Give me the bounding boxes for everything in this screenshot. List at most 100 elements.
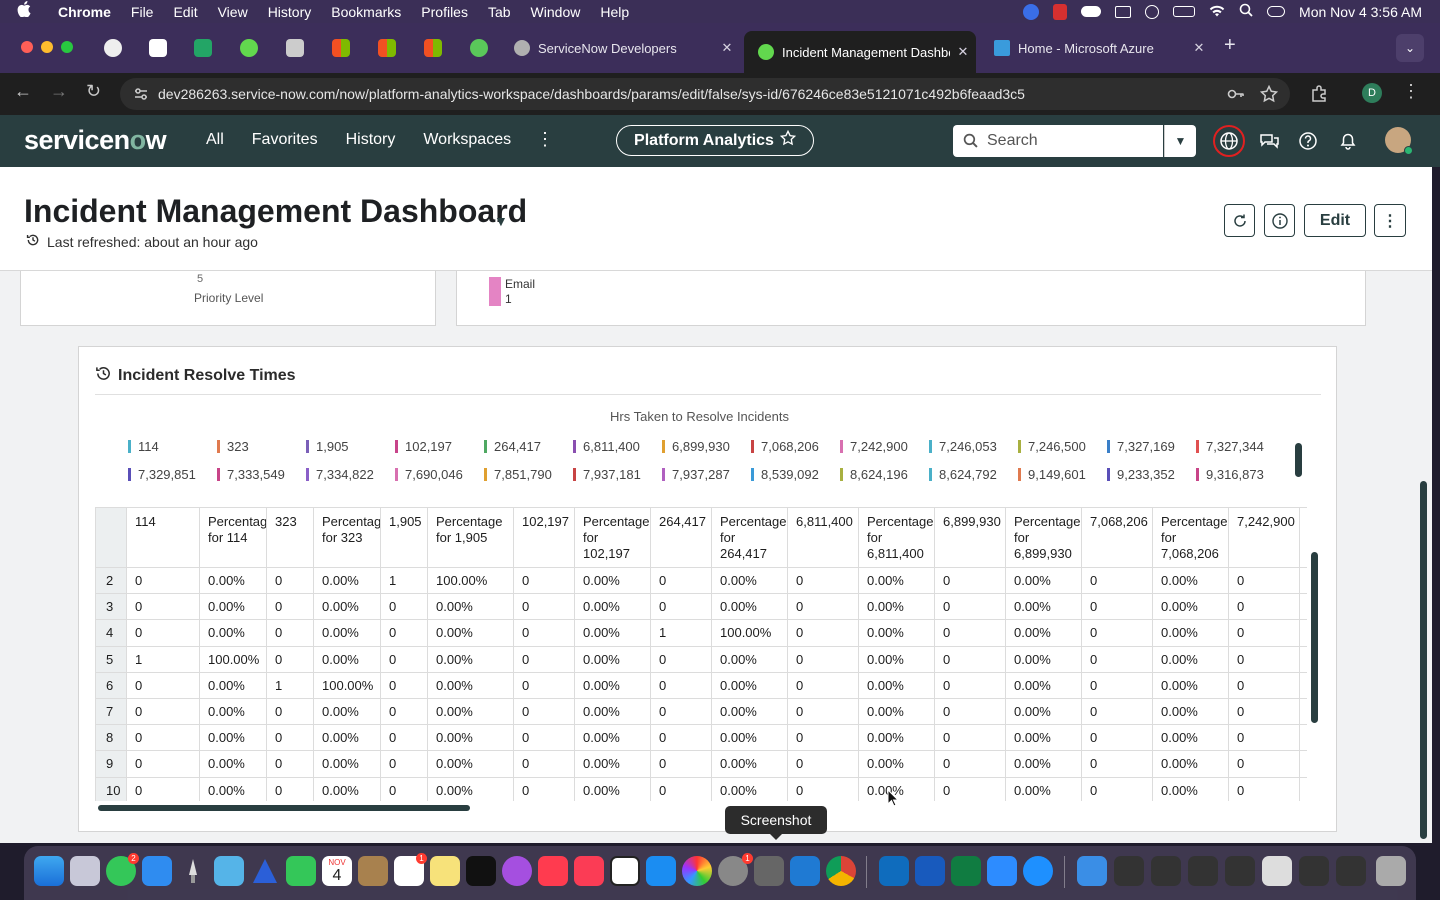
finder-icon[interactable] xyxy=(34,856,64,886)
apple-menu-icon[interactable] xyxy=(0,1,48,22)
music-icon[interactable] xyxy=(574,856,604,886)
password-key-icon[interactable] xyxy=(1227,85,1245,103)
control-center-icon[interactable] xyxy=(1267,6,1286,17)
cloud-icon[interactable] xyxy=(1081,6,1102,17)
legend-item[interactable]: 7,327,169 xyxy=(1107,439,1175,454)
legend-item[interactable]: 6,811,400 xyxy=(573,439,640,454)
servicenow-logo[interactable]: servicenow xyxy=(24,125,167,156)
app-store-icon[interactable] xyxy=(646,856,676,886)
notion-icon[interactable] xyxy=(610,856,640,886)
podcasts-icon[interactable] xyxy=(502,856,532,886)
launchpad-icon[interactable] xyxy=(70,856,100,886)
table-vertical-scroll-thumb[interactable] xyxy=(1311,552,1318,723)
pinned-tab-sheets-icon[interactable] xyxy=(194,39,212,57)
pinned-tab-chatgpt-icon[interactable] xyxy=(104,39,122,57)
legend-item[interactable]: 8,624,792 xyxy=(929,467,997,482)
legend-item[interactable]: 1,905 xyxy=(306,439,349,454)
legend-item[interactable]: 7,327,344 xyxy=(1196,439,1264,454)
back-arrow-icon[interactable]: ← xyxy=(14,81,32,102)
menu-tab[interactable]: Tab xyxy=(478,4,521,20)
menu-view[interactable]: View xyxy=(208,4,258,20)
legend-item[interactable]: 264,417 xyxy=(484,439,541,454)
table-horizontal-scrollbar[interactable] xyxy=(95,805,1307,811)
legend-item[interactable]: 114 xyxy=(128,439,159,454)
safari-icon[interactable] xyxy=(1023,856,1053,886)
column-header[interactable]: Percentage for 7,242,900 xyxy=(1299,507,1307,568)
apple-tv-icon[interactable] xyxy=(466,856,496,886)
bookmark-star-icon[interactable] xyxy=(1259,84,1279,103)
vscode-icon[interactable] xyxy=(790,856,820,886)
photos-icon[interactable] xyxy=(682,856,712,886)
user-avatar[interactable] xyxy=(1385,127,1413,155)
play-icon[interactable] xyxy=(1145,4,1160,19)
column-header[interactable]: 6,899,930 xyxy=(934,507,1006,568)
tab-incident-dashboard[interactable]: Incident Management Dashbo ✕ xyxy=(744,31,976,73)
nav-favorites[interactable]: Favorites xyxy=(252,131,318,149)
column-header[interactable]: 6,811,400 xyxy=(787,507,859,568)
tab-search-chevron-icon[interactable]: ⌄ xyxy=(1396,34,1424,62)
legend-item[interactable]: 6,899,930 xyxy=(662,439,730,454)
chrome-icon[interactable] xyxy=(826,856,856,886)
legend-item[interactable]: 7,246,500 xyxy=(1018,439,1086,454)
notifications-bell-icon[interactable] xyxy=(1337,130,1359,152)
language-globe-icon[interactable] xyxy=(1213,125,1245,157)
legend-item[interactable]: 7,690,046 xyxy=(395,467,463,482)
refresh-button[interactable] xyxy=(1224,204,1255,237)
page-vertical-scrollbar[interactable] xyxy=(1416,281,1428,841)
column-header[interactable]: 7,068,206 xyxy=(1081,507,1153,568)
window-zoom-button[interactable] xyxy=(61,41,73,53)
chrome-menu-icon[interactable]: ⋮ xyxy=(1402,81,1420,101)
recent-window-icon-6[interactable] xyxy=(1299,856,1329,886)
pinned-tab-servicenow-icon[interactable] xyxy=(240,39,258,57)
pinned-tab-microsoft-icon[interactable] xyxy=(332,39,350,57)
legend-item[interactable]: 9,233,352 xyxy=(1107,467,1175,482)
maps-icon[interactable] xyxy=(214,856,244,886)
chat-bubbles-icon[interactable] xyxy=(1258,130,1280,152)
menubar-clock[interactable]: Mon Nov 4 3:56 AM xyxy=(1299,4,1422,20)
column-header[interactable]: 7,242,900 xyxy=(1228,507,1300,568)
info-button[interactable] xyxy=(1264,204,1295,237)
recent-window-icon-3[interactable] xyxy=(1188,856,1218,886)
extensions-puzzle-icon[interactable] xyxy=(1310,85,1328,103)
menu-edit[interactable]: Edit xyxy=(163,4,207,20)
menu-window[interactable]: Window xyxy=(521,4,591,20)
column-header[interactable]: Percentage for 6,811,400 xyxy=(858,507,935,568)
mail-icon[interactable] xyxy=(142,856,172,886)
wifi-icon[interactable] xyxy=(1209,4,1225,20)
affinity-icon[interactable] xyxy=(250,856,280,886)
horizontal-scroll-thumb[interactable] xyxy=(98,805,470,811)
chrome-profile-avatar[interactable]: D xyxy=(1362,83,1382,103)
menu-app-name[interactable]: Chrome xyxy=(48,4,121,20)
trash-icon[interactable] xyxy=(1376,856,1406,886)
downloads-folder-icon[interactable] xyxy=(1077,856,1107,886)
legend-item[interactable]: 102,197 xyxy=(395,439,452,454)
column-header[interactable]: 323 xyxy=(266,507,314,568)
display-icon[interactable] xyxy=(1115,5,1132,18)
legend-item[interactable]: 9,149,601 xyxy=(1018,467,1086,482)
pinned-tab-gmail-icon[interactable] xyxy=(149,39,167,57)
legend-item[interactable]: 7,937,181 xyxy=(573,467,641,482)
column-header[interactable]: Percentage for 6,899,930 xyxy=(1005,507,1082,568)
help-icon[interactable] xyxy=(1297,130,1319,152)
recent-window-icon-5[interactable] xyxy=(1262,856,1292,886)
column-header[interactable]: 1,905 xyxy=(380,507,428,568)
window-minimize-button[interactable] xyxy=(41,41,53,53)
column-header[interactable]: Percentage for 323 xyxy=(313,507,381,568)
menu-profiles[interactable]: Profiles xyxy=(411,4,478,20)
nav-workspaces[interactable]: Workspaces xyxy=(423,131,511,149)
address-bar[interactable]: dev286263.service-now.com/now/platform-a… xyxy=(120,78,1290,110)
recent-window-icon-7[interactable] xyxy=(1336,856,1366,886)
pen-tool-icon[interactable] xyxy=(178,856,208,886)
legend-item[interactable]: 8,624,196 xyxy=(840,467,908,482)
legend-item[interactable]: 7,068,206 xyxy=(751,439,819,454)
calendar-icon[interactable]: NOV 4 xyxy=(322,856,352,886)
dashboard-switcher-caret-icon[interactable]: ▼ xyxy=(494,213,508,229)
menu-help[interactable]: Help xyxy=(590,4,639,20)
recent-window-icon-4[interactable] xyxy=(1225,856,1255,886)
tab-microsoft-azure[interactable]: Home - Microsoft Azure ✕ xyxy=(980,31,1212,65)
legend-item[interactable]: 7,937,287 xyxy=(662,467,730,482)
facetime-icon[interactable] xyxy=(286,856,316,886)
more-options-button[interactable]: ⋮ xyxy=(1374,204,1406,237)
pinned-tab-print-icon[interactable] xyxy=(286,39,304,57)
window-close-button[interactable] xyxy=(21,41,33,53)
